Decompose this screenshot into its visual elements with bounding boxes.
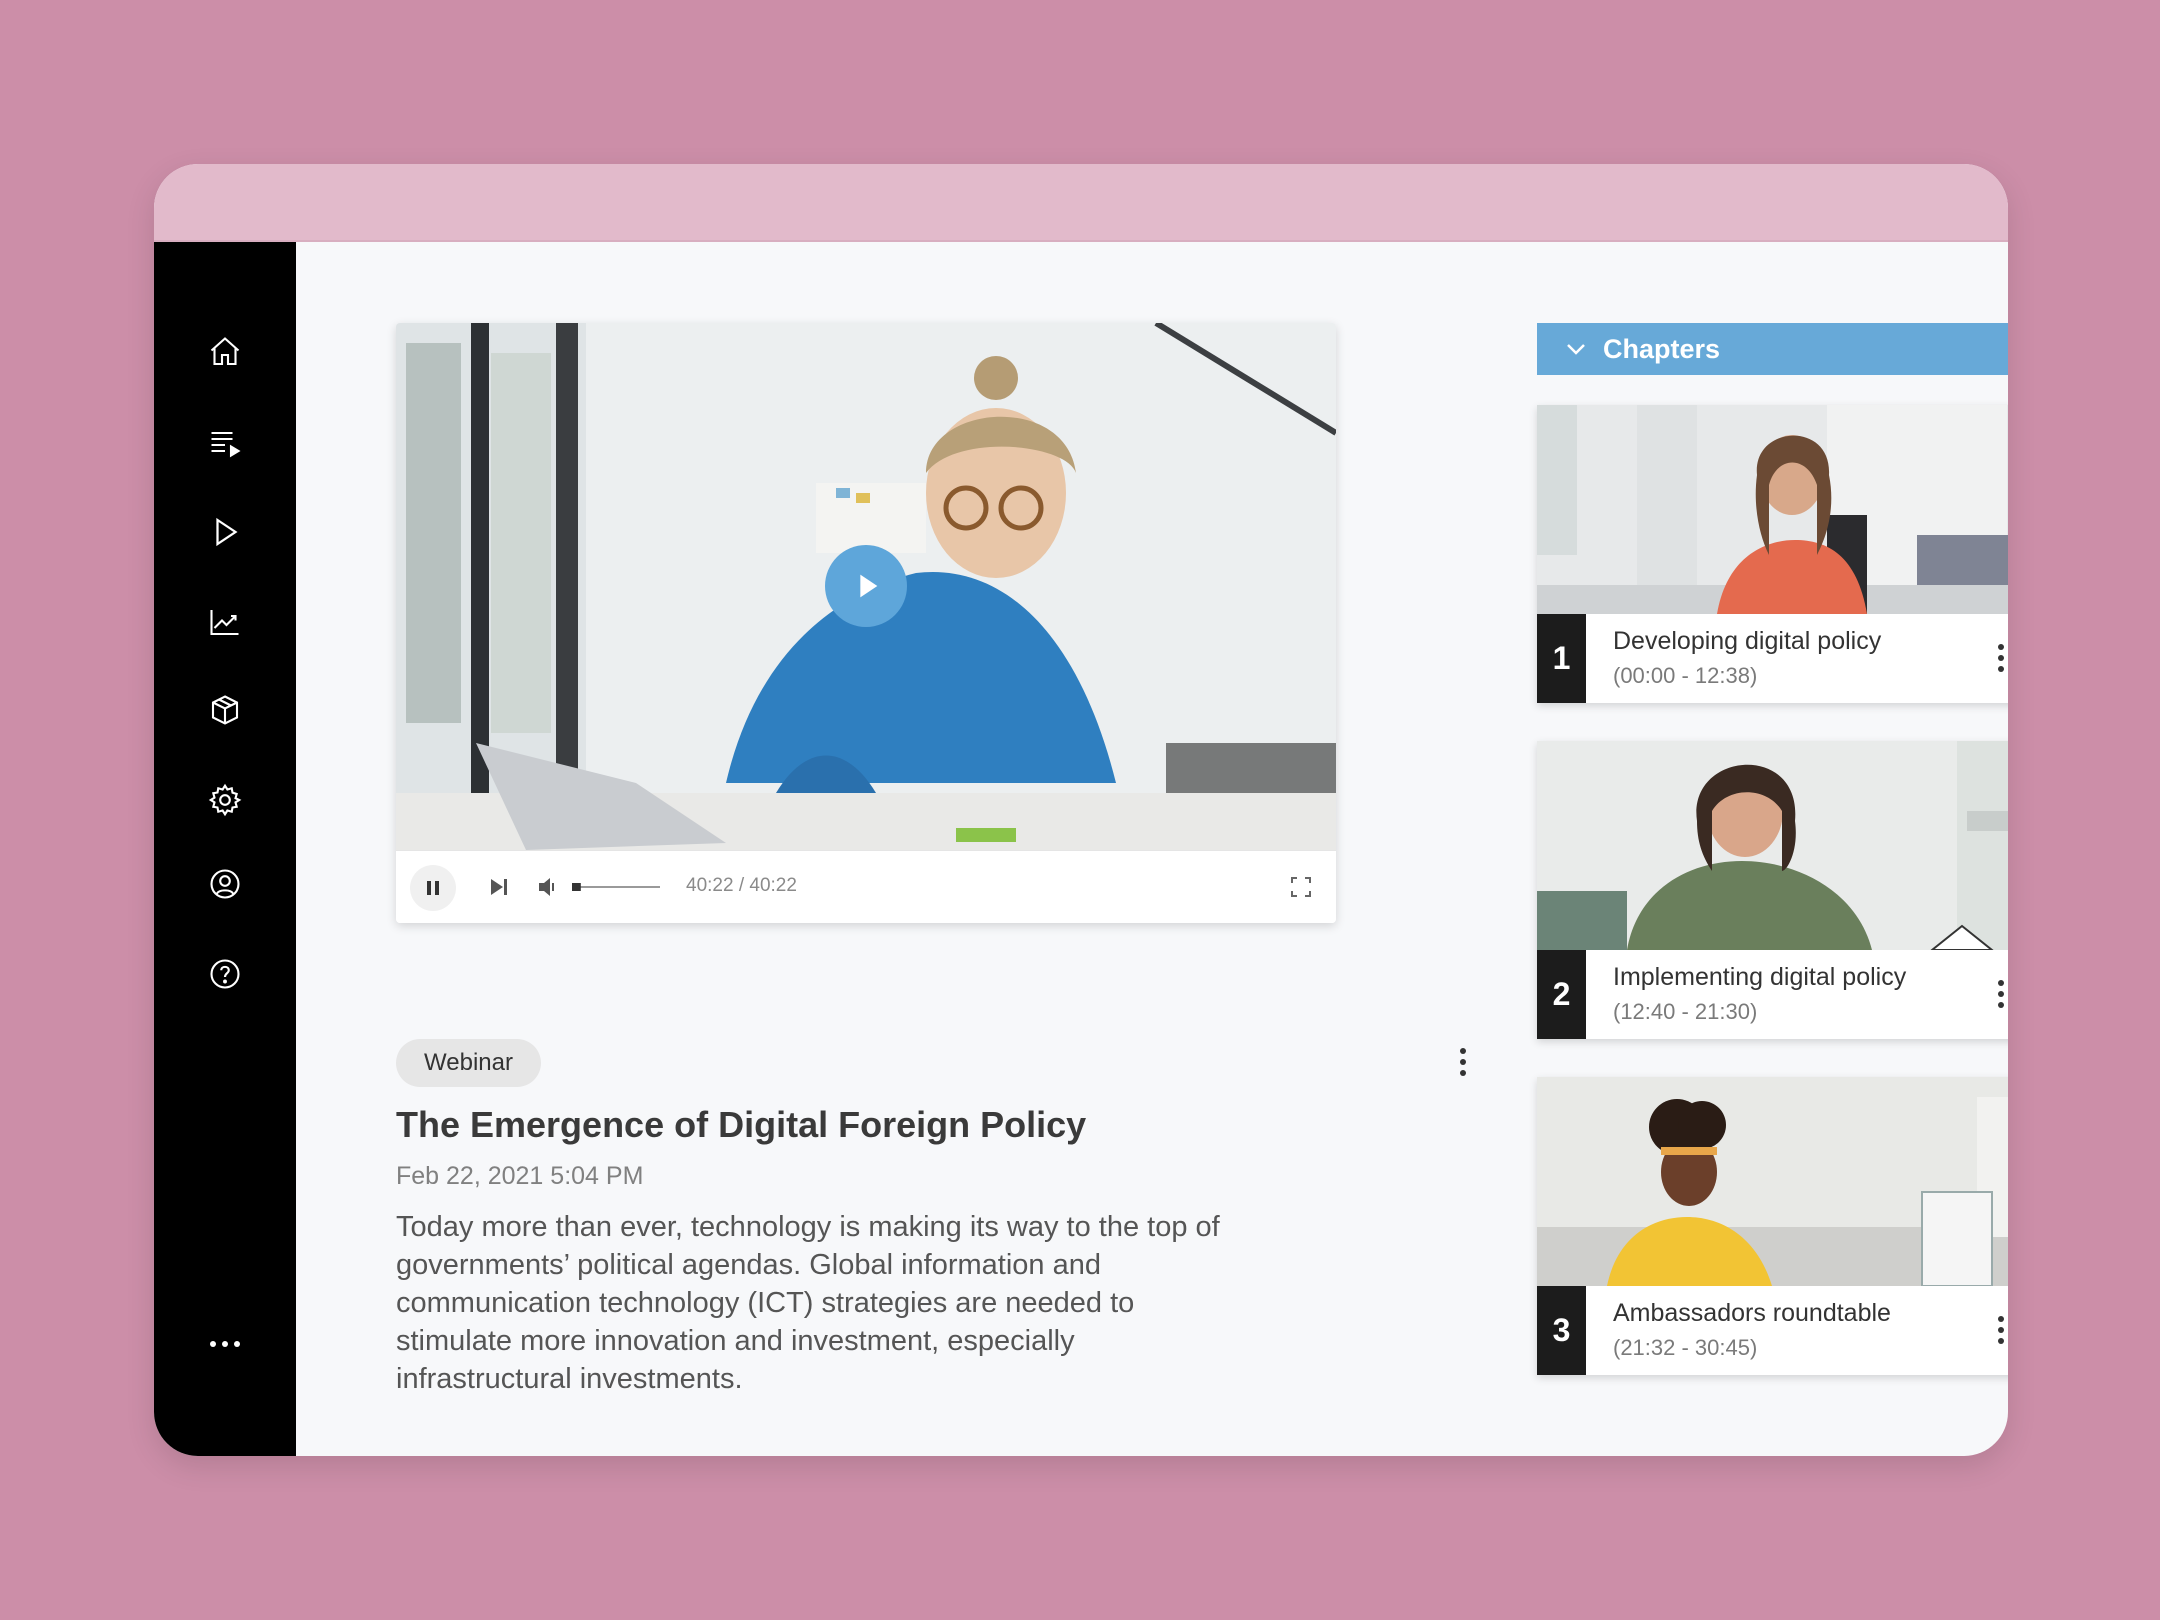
volume-icon[interactable] (534, 867, 564, 907)
chapter-3-more-icon[interactable] (1989, 1310, 2008, 1350)
chapter-range: (00:00 - 12:38) (1613, 663, 1758, 688)
chapter-title: Implementing digital policy (1613, 963, 1907, 991)
box-icon[interactable] (203, 688, 247, 732)
chapter-number: 2 (1537, 950, 1586, 1039)
chapter-card-3[interactable]: 3 Ambassadors roundtable (21:32 - 30:45) (1537, 1077, 2008, 1375)
volume-slider[interactable] (572, 867, 660, 907)
play-icon[interactable] (203, 510, 247, 554)
chapter-1-more-icon[interactable] (1989, 638, 2008, 678)
chapter-2-thumbnail (1537, 741, 2008, 950)
pause-button[interactable] (410, 865, 456, 911)
video-player[interactable]: 40:22 / 40:22 (396, 323, 1336, 923)
chevron-down-icon (1567, 344, 1585, 355)
chapter-range: (21:32 - 30:45) (1613, 1335, 1758, 1360)
play-overlay-button[interactable] (825, 545, 907, 627)
main-content: 40:22 / 40:22 Webinar The Emergence of D… (296, 242, 2008, 1456)
video-description: Today more than ever, technology is maki… (396, 1211, 1220, 1395)
fullscreen-icon[interactable] (1286, 867, 1316, 907)
video-more-menu-icon[interactable] (1451, 1042, 1475, 1082)
home-icon[interactable] (203, 330, 247, 374)
account-icon[interactable] (203, 862, 247, 906)
chapter-title: Ambassadors roundtable (1613, 1299, 1891, 1327)
chapters-toggle[interactable]: Chapters (1537, 323, 2008, 375)
app-window: 40:22 / 40:22 Webinar The Emergence of D… (154, 164, 2008, 1456)
chapter-number: 3 (1537, 1286, 1586, 1375)
chapters-header-label: Chapters (1603, 333, 1721, 364)
help-icon[interactable] (203, 952, 247, 996)
chapter-3-thumbnail (1537, 1077, 2008, 1286)
video-frame (396, 323, 1336, 850)
chapter-card-2[interactable]: 2 Implementing digital policy (12:40 - 2… (1537, 741, 2008, 1039)
time-display: 40:22 / 40:22 (686, 875, 797, 896)
chapter-card-1[interactable]: 1 Developing digital policy (00:00 - 12:… (1537, 405, 2008, 703)
title-bar (154, 164, 2008, 242)
analytics-icon[interactable] (203, 600, 247, 644)
video-title: The Emergence of Digital Foreign Policy (396, 1104, 1087, 1145)
chapter-range: (12:40 - 21:30) (1613, 999, 1758, 1024)
sidebar (154, 242, 296, 1456)
chapter-2-more-icon[interactable] (1989, 974, 2008, 1014)
chapter-number: 1 (1537, 614, 1586, 703)
settings-icon[interactable] (203, 778, 247, 822)
chapter-title: Developing digital policy (1613, 627, 1882, 655)
more-icon[interactable] (203, 1322, 247, 1366)
player-controls: 40:22 / 40:22 (396, 850, 1336, 923)
playlist-icon[interactable] (203, 420, 247, 464)
video-date: Feb 22, 2021 5:04 PM (396, 1162, 644, 1190)
skip-next-button[interactable] (484, 867, 514, 907)
chapter-1-thumbnail (1537, 405, 2008, 614)
category-chip[interactable]: Webinar (396, 1039, 541, 1087)
